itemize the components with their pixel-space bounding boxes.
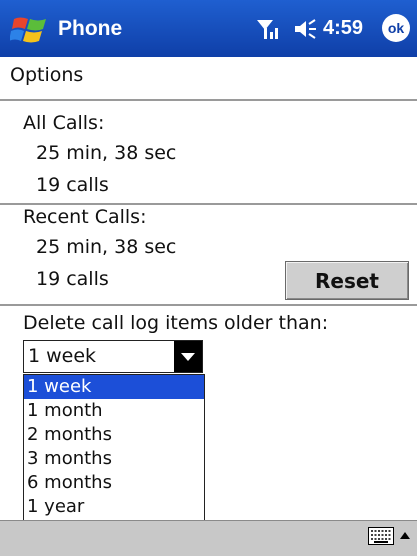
divider <box>0 99 417 101</box>
windows-flag-icon[interactable] <box>10 11 50 47</box>
speaker-icon[interactable] <box>293 18 317 40</box>
divider <box>0 203 417 205</box>
dropdown-option[interactable]: 1 month <box>24 399 204 423</box>
dropdown-option[interactable]: 3 months <box>24 447 204 471</box>
delete-age-select[interactable]: 1 week <box>23 340 203 373</box>
all-calls-label: All Calls: <box>23 112 105 134</box>
page-title: Options <box>10 64 84 86</box>
title-bar: Phone 4:59 ok <box>0 0 417 57</box>
recent-calls-label: Recent Calls: <box>23 206 147 228</box>
clock[interactable]: 4:59 <box>323 17 363 40</box>
dropdown-option[interactable]: 1 week <box>24 375 204 399</box>
all-calls-count: 19 calls <box>36 174 109 196</box>
signal-antenna-icon[interactable] <box>255 18 279 40</box>
recent-calls-duration: 25 min, 38 sec <box>36 236 177 258</box>
delete-age-selected-value: 1 week <box>28 345 97 367</box>
ok-button[interactable]: ok <box>382 14 410 42</box>
chevron-down-icon[interactable] <box>174 341 202 372</box>
recent-calls-count: 19 calls <box>36 268 109 290</box>
dropdown-option[interactable]: 1 year <box>24 495 204 519</box>
all-calls-duration: 25 min, 38 sec <box>36 142 177 164</box>
menu-bar <box>0 520 417 556</box>
up-arrow-icon[interactable] <box>398 527 412 545</box>
dropdown-option[interactable]: 2 months <box>24 423 204 447</box>
keyboard-icon[interactable] <box>368 527 394 545</box>
delete-older-than-label: Delete call log items older than: <box>23 312 329 334</box>
divider <box>0 304 417 306</box>
app-title: Phone <box>58 17 123 40</box>
dropdown-option[interactable]: 6 months <box>24 471 204 495</box>
reset-button[interactable]: Reset <box>285 261 409 300</box>
delete-age-dropdown-list: 1 week 1 month 2 months 3 months 6 months 1 y… <box>23 374 205 544</box>
